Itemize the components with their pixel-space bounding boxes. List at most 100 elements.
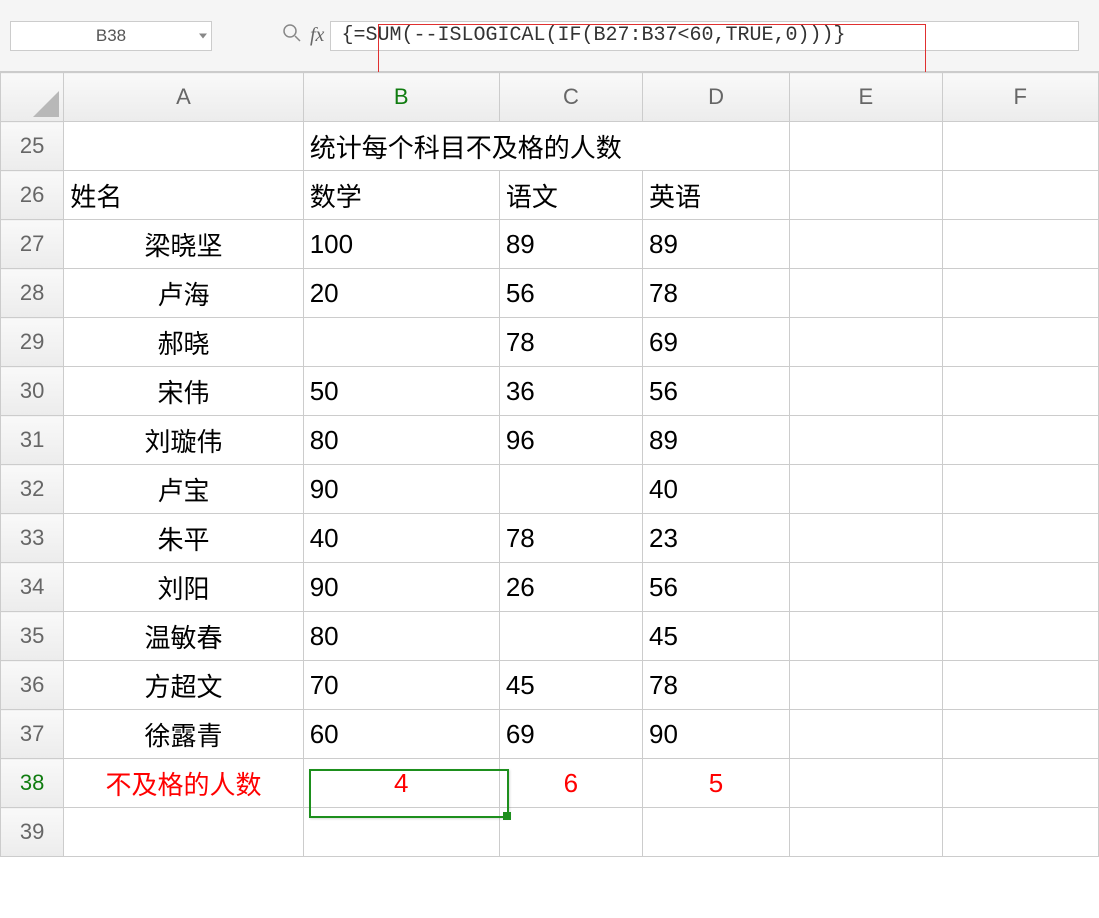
cell-C27[interactable]: 89 [499, 220, 642, 269]
cell-E37[interactable] [790, 710, 943, 759]
cell-D38[interactable]: 5 [642, 759, 789, 808]
col-header-D[interactable]: D [642, 73, 789, 122]
cell-C28[interactable]: 56 [499, 269, 642, 318]
row-header-39[interactable]: 39 [1, 808, 64, 857]
row-header-38[interactable]: 38 [1, 759, 64, 808]
cell-A34[interactable]: 刘阳 [64, 563, 303, 612]
cell-F31[interactable] [942, 416, 1098, 465]
cell-B31[interactable]: 80 [303, 416, 499, 465]
cell-A37[interactable]: 徐露青 [64, 710, 303, 759]
name-box[interactable]: B38 [10, 21, 212, 51]
cell-A38[interactable]: 不及格的人数 [64, 759, 303, 808]
row-header-35[interactable]: 35 [1, 612, 64, 661]
cell-E35[interactable] [790, 612, 943, 661]
select-all-corner[interactable] [1, 73, 64, 122]
cell-D36[interactable]: 78 [642, 661, 789, 710]
cell-F32[interactable] [942, 465, 1098, 514]
cell-C37[interactable]: 69 [499, 710, 642, 759]
cell-B30[interactable]: 50 [303, 367, 499, 416]
cell-A33[interactable]: 朱平 [64, 514, 303, 563]
row-header-25[interactable]: 25 [1, 122, 64, 171]
cell-B29[interactable] [303, 318, 499, 367]
cell-A31[interactable]: 刘璇伟 [64, 416, 303, 465]
cell-E25[interactable] [790, 122, 943, 171]
cell-C29[interactable]: 78 [499, 318, 642, 367]
cell-E28[interactable] [790, 269, 943, 318]
cell-C39[interactable] [499, 808, 642, 857]
cell-A32[interactable]: 卢宝 [64, 465, 303, 514]
cell-F25[interactable] [942, 122, 1098, 171]
cell-D30[interactable]: 56 [642, 367, 789, 416]
sheet-table[interactable]: A B C D E F 25 统计每个科目不及格的人数 26 姓名 数学 语文 … [0, 72, 1099, 857]
cell-D28[interactable]: 78 [642, 269, 789, 318]
cell-B25-merged[interactable]: 统计每个科目不及格的人数 [303, 122, 789, 171]
cell-B34[interactable]: 90 [303, 563, 499, 612]
col-header-B[interactable]: B [303, 73, 499, 122]
cell-B37[interactable]: 60 [303, 710, 499, 759]
row-header-32[interactable]: 32 [1, 465, 64, 514]
cell-F39[interactable] [942, 808, 1098, 857]
cell-B38[interactable]: 4 [303, 759, 499, 808]
cell-F38[interactable] [942, 759, 1098, 808]
cell-C36[interactable]: 45 [499, 661, 642, 710]
cell-D27[interactable]: 89 [642, 220, 789, 269]
cell-E26[interactable] [790, 171, 943, 220]
col-header-C[interactable]: C [499, 73, 642, 122]
row-header-31[interactable]: 31 [1, 416, 64, 465]
cell-B28[interactable]: 20 [303, 269, 499, 318]
cell-F36[interactable] [942, 661, 1098, 710]
cell-E33[interactable] [790, 514, 943, 563]
cell-C30[interactable]: 36 [499, 367, 642, 416]
row-header-26[interactable]: 26 [1, 171, 64, 220]
cell-B35[interactable]: 80 [303, 612, 499, 661]
cell-D29[interactable]: 69 [642, 318, 789, 367]
col-header-A[interactable]: A [64, 73, 303, 122]
row-header-27[interactable]: 27 [1, 220, 64, 269]
zoom-icon[interactable] [282, 23, 302, 48]
cell-C38[interactable]: 6 [499, 759, 642, 808]
cell-C33[interactable]: 78 [499, 514, 642, 563]
formula-input[interactable]: {=SUM(--ISLOGICAL(IF(B27:B37<60,TRUE,0))… [330, 21, 1079, 51]
row-header-29[interactable]: 29 [1, 318, 64, 367]
cell-B26[interactable]: 数学 [303, 171, 499, 220]
cell-D35[interactable]: 45 [642, 612, 789, 661]
cell-C32[interactable] [499, 465, 642, 514]
cell-B32[interactable]: 90 [303, 465, 499, 514]
cell-E27[interactable] [790, 220, 943, 269]
row-header-37[interactable]: 37 [1, 710, 64, 759]
cell-A27[interactable]: 梁晓坚 [64, 220, 303, 269]
cell-E29[interactable] [790, 318, 943, 367]
cell-F29[interactable] [942, 318, 1098, 367]
cell-D39[interactable] [642, 808, 789, 857]
cell-F33[interactable] [942, 514, 1098, 563]
cell-D31[interactable]: 89 [642, 416, 789, 465]
cell-B33[interactable]: 40 [303, 514, 499, 563]
cell-F28[interactable] [942, 269, 1098, 318]
cell-B36[interactable]: 70 [303, 661, 499, 710]
cell-A36[interactable]: 方超文 [64, 661, 303, 710]
cell-A29[interactable]: 郝晓 [64, 318, 303, 367]
cell-A25[interactable] [64, 122, 303, 171]
cell-E32[interactable] [790, 465, 943, 514]
cell-A26[interactable]: 姓名 [64, 171, 303, 220]
cell-F27[interactable] [942, 220, 1098, 269]
cell-D32[interactable]: 40 [642, 465, 789, 514]
cell-D26[interactable]: 英语 [642, 171, 789, 220]
cell-D37[interactable]: 90 [642, 710, 789, 759]
row-header-33[interactable]: 33 [1, 514, 64, 563]
cell-F35[interactable] [942, 612, 1098, 661]
cell-E36[interactable] [790, 661, 943, 710]
cell-C26[interactable]: 语文 [499, 171, 642, 220]
cell-C34[interactable]: 26 [499, 563, 642, 612]
cell-B27[interactable]: 100 [303, 220, 499, 269]
cell-D34[interactable]: 56 [642, 563, 789, 612]
cell-D33[interactable]: 23 [642, 514, 789, 563]
cell-C35[interactable] [499, 612, 642, 661]
row-header-34[interactable]: 34 [1, 563, 64, 612]
cell-F26[interactable] [942, 171, 1098, 220]
cell-A35[interactable]: 温敏春 [64, 612, 303, 661]
row-header-36[interactable]: 36 [1, 661, 64, 710]
cell-A28[interactable]: 卢海 [64, 269, 303, 318]
chevron-down-icon[interactable] [199, 33, 207, 38]
cell-A39[interactable] [64, 808, 303, 857]
